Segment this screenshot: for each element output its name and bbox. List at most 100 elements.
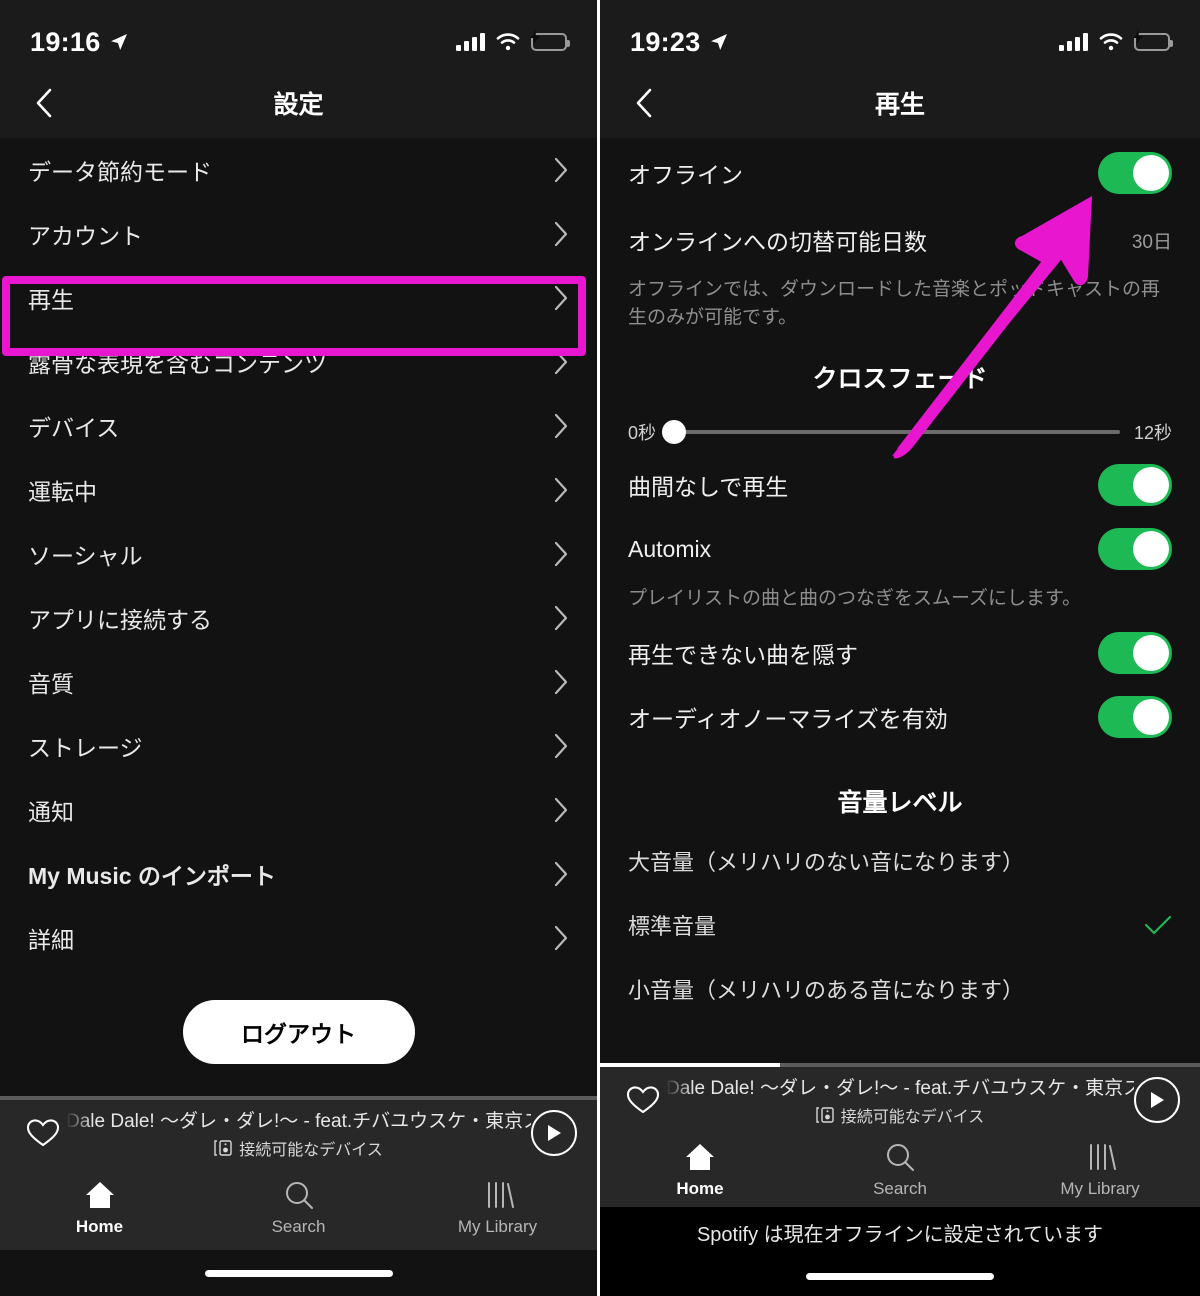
crossfade-slider-row[interactable]: 0秒 12秒 (600, 405, 1200, 453)
tab-search[interactable]: Search (199, 1180, 398, 1237)
device-text: 接続可能なデバイス (239, 1142, 383, 1159)
offline-toggle[interactable] (1098, 152, 1172, 194)
heart-shape (26, 1119, 60, 1147)
hide-unplayable-row[interactable]: 再生できない曲を隠す (600, 621, 1200, 685)
chevron-right-icon (554, 285, 568, 311)
settings-row-notifications[interactable]: 通知 (0, 778, 597, 842)
settings-row-devices[interactable]: デバイス (0, 394, 597, 458)
battery-charging-icon (530, 30, 570, 51)
back-button[interactable] (22, 81, 66, 125)
back-button[interactable] (622, 81, 666, 125)
settings-row-label: データ節約モード (28, 159, 212, 185)
normalize-audio-row[interactable]: オーディオノーマライズを有効 (600, 685, 1200, 749)
crossfade-slider[interactable] (662, 420, 1120, 445)
automix-row[interactable]: Automix (600, 517, 1200, 581)
tab-bar: Home Search My Library (600, 1133, 1200, 1207)
heart-outline-icon[interactable] (20, 1118, 66, 1148)
tab-home[interactable]: Home (600, 1142, 800, 1199)
connect-device-row[interactable]: 接続可能なデバイス (666, 1103, 1134, 1127)
settings-row-import-my-music[interactable]: My Music のインポート (0, 842, 597, 906)
settings-row-playback[interactable]: 再生 (0, 266, 597, 330)
status-bar-right (456, 30, 570, 51)
connect-device-icon (214, 1140, 232, 1156)
volume-option-normal[interactable]: 標準音量 (600, 893, 1200, 957)
toggle-knob (1133, 531, 1169, 568)
gapless-toggle[interactable] (1098, 464, 1172, 507)
settings-row-account[interactable]: アカウント (0, 202, 597, 266)
connect-device-icon (816, 1107, 834, 1123)
settings-row-data-saver[interactable]: データ節約モード (0, 138, 597, 202)
tab-my-library[interactable]: My Library (398, 1180, 597, 1237)
wifi-icon (496, 33, 520, 51)
location-arrow-icon (110, 34, 127, 50)
settings-row-explicit-content[interactable]: 露骨な表現を含むコンテンツ (0, 330, 597, 394)
tab-home[interactable]: Home (0, 1180, 199, 1237)
tab-my-library[interactable]: My Library (1000, 1142, 1200, 1199)
settings-row-label: デバイス (28, 415, 120, 441)
hide-unplayable-label: 再生できない曲を隠す (628, 641, 858, 668)
offline-days-row[interactable]: オンラインへの切替可能日数 30日 (600, 208, 1200, 272)
library-icon (1090, 1143, 1116, 1170)
settings-row-social[interactable]: ソーシャル (0, 522, 597, 586)
volume-option-label: 標準音量 (628, 913, 717, 939)
hide-unplayable-toggle[interactable] (1098, 631, 1172, 674)
settings-row-label: ソーシャル (28, 543, 143, 569)
chevron-right-icon (554, 349, 568, 375)
logout-button[interactable]: ログアウト (182, 1000, 415, 1064)
check-icon (1144, 915, 1172, 934)
tab-search[interactable]: Search (800, 1142, 1000, 1199)
offline-days-value: 30日 (1131, 231, 1172, 253)
tab-bar: Home Search My Library (0, 1166, 597, 1250)
now-playing-bar[interactable]: Dale Dale! 〜ダレ・ダレ!〜 - feat.チバユウスケ・東京スカパラ… (600, 1067, 1200, 1133)
battery-charging-icon (1133, 30, 1173, 51)
settings-row-label: 露骨な表現を含むコンテンツ (28, 351, 327, 377)
volume-option-quiet[interactable]: 小音量（メリハリのある音になります） (600, 957, 1200, 1021)
home-indicator-area (0, 1250, 597, 1296)
now-playing-bar[interactable]: Dale Dale! 〜ダレ・ダレ!〜 - feat.チバユウスケ・東京スカパラ… (0, 1100, 597, 1166)
device-text: 接続可能なデバイス (840, 1109, 985, 1126)
status-time: 19:16 (30, 26, 101, 57)
home-indicator-area (600, 1256, 1200, 1296)
chevron-right-icon (554, 413, 568, 439)
bottom-bars: Dale Dale! 〜ダレ・ダレ!〜 - feat.チバユウスケ・東京スカパラ… (0, 1096, 597, 1296)
connect-device-row[interactable]: 接続可能なデバイス (66, 1136, 531, 1160)
settings-row-audio-quality[interactable]: 音質 (0, 650, 597, 714)
nav-bar: 設定 (0, 68, 597, 138)
gapless-playback-row[interactable]: 曲間なしで再生 (600, 453, 1200, 517)
play-button[interactable] (531, 1110, 577, 1156)
settings-row-details[interactable]: 詳細 (0, 906, 597, 970)
play-button[interactable] (1134, 1077, 1180, 1123)
volume-section-title: 音量レベル (837, 788, 963, 817)
crossfade-section-title: クロスフェード (812, 365, 988, 394)
right-phone-screen: 19:23 再生 オフライン オンラインへの切替可能日数 30日 オフラインでは… (600, 0, 1200, 1296)
offline-toggle-row[interactable]: オフライン (600, 138, 1200, 208)
toggle-knob (1133, 634, 1169, 671)
crossfade-slider-knob[interactable] (662, 420, 687, 445)
chevron-right-icon (554, 477, 568, 503)
offline-label: オフライン (628, 162, 743, 188)
status-time: 19:23 (630, 26, 701, 57)
tab-label: My Library (457, 1216, 538, 1236)
status-bar: 19:23 (600, 0, 1200, 68)
settings-row-label: 通知 (28, 799, 74, 825)
chevron-right-icon (554, 221, 568, 247)
track-title: Dale Dale! 〜ダレ・ダレ!〜 - feat.チバユウスケ・東京スカパラ (666, 1078, 1134, 1099)
toggle-knob (1133, 698, 1169, 735)
settings-row-label: My Music のインポート (28, 863, 276, 889)
play-icon (548, 1125, 561, 1141)
volume-option-loud[interactable]: 大音量（メリハリのない音になります） (600, 829, 1200, 893)
play-icon (1151, 1092, 1164, 1108)
chevron-left-icon (636, 88, 652, 118)
normalize-audio-toggle[interactable] (1098, 695, 1172, 738)
settings-row-storage[interactable]: ストレージ (0, 714, 597, 778)
heart-outline-icon[interactable] (620, 1085, 666, 1115)
settings-row-label: 音質 (28, 671, 74, 697)
settings-row-driving[interactable]: 運転中 (0, 458, 597, 522)
volume-option-label: 小音量（メリハリのある音になります） (628, 977, 1025, 1003)
chevron-right-icon (554, 861, 568, 887)
automix-toggle[interactable] (1098, 528, 1172, 571)
settings-row-label: アプリに接続する (28, 607, 212, 633)
normalize-audio-label: オーディオノーマライズを有効 (628, 705, 948, 732)
settings-row-connect-to-apps[interactable]: アプリに接続する (0, 586, 597, 650)
home-indicator (204, 1269, 393, 1277)
